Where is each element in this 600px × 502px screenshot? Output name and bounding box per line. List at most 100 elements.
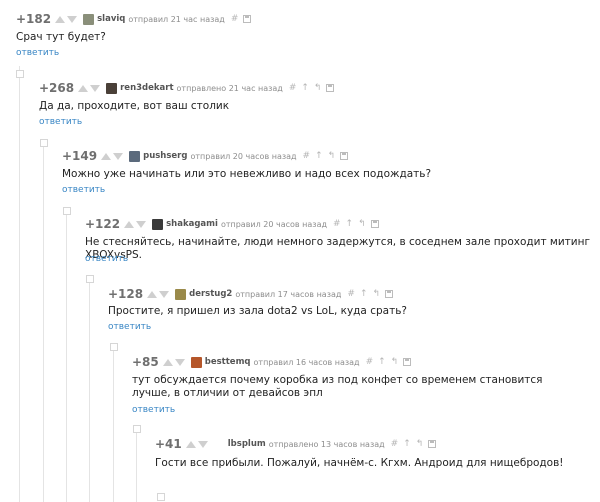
thread-root-icon[interactable]: ↰ — [314, 83, 322, 93]
hash-icon[interactable]: # — [347, 289, 355, 299]
comment-rating: +182 — [16, 12, 52, 26]
upvote-icon[interactable] — [162, 358, 173, 366]
upvote-icon[interactable] — [78, 84, 89, 92]
save-icon[interactable] — [385, 290, 394, 298]
save-icon[interactable] — [428, 440, 437, 448]
comment-header: +41 lbsplum отправлено 13 часов назад # … — [155, 437, 437, 451]
downvote-icon[interactable] — [67, 15, 78, 23]
username-link[interactable]: ren3dekart — [120, 83, 173, 93]
collapse-toggle[interactable] — [40, 139, 48, 147]
timestamp[interactable]: отправлено 21 час назад — [177, 84, 283, 93]
timestamp[interactable]: отправил 21 час назад — [128, 15, 224, 24]
thread-line-5 — [113, 346, 114, 502]
hash-icon[interactable]: # — [303, 151, 311, 161]
avatar[interactable] — [152, 218, 164, 230]
downvote-icon[interactable] — [136, 220, 147, 228]
thread-root-icon[interactable]: ↰ — [328, 151, 336, 161]
thread-root-icon[interactable]: ↰ — [416, 439, 424, 449]
hash-icon[interactable]: # — [366, 357, 374, 367]
collapse-toggle[interactable] — [63, 207, 71, 215]
comment-rating: +122 — [85, 217, 121, 231]
comment-rating: +85 — [132, 355, 159, 369]
downvote-icon[interactable] — [90, 84, 101, 92]
collapse-toggle[interactable] — [157, 493, 165, 501]
username-link[interactable]: lbsplum — [228, 439, 266, 449]
upvote-icon[interactable] — [147, 290, 158, 298]
reply-link[interactable]: ответить — [85, 254, 128, 264]
parent-icon[interactable]: ↑ — [360, 289, 368, 299]
username-link[interactable]: shakagami — [166, 219, 218, 229]
parent-icon[interactable]: ↑ — [346, 219, 354, 229]
hash-icon[interactable]: # — [289, 83, 297, 93]
save-icon[interactable] — [403, 358, 412, 366]
parent-icon[interactable]: ↑ — [403, 439, 411, 449]
upvote-icon[interactable] — [55, 15, 66, 23]
downvote-icon[interactable] — [174, 358, 185, 366]
save-icon[interactable] — [326, 84, 335, 92]
comment-text: Не стесняйтесь, начинайте, люди немного … — [85, 236, 590, 261]
thread-root-icon[interactable]: ↰ — [358, 219, 366, 229]
upvote-icon[interactable] — [101, 152, 112, 160]
downvote-icon[interactable] — [197, 440, 208, 448]
timestamp[interactable]: отправил 16 часов назад — [254, 358, 360, 367]
collapse-toggle[interactable] — [110, 343, 118, 351]
thread-line-3 — [66, 210, 67, 502]
comment-text: Можно уже начинать или это невежливо и н… — [62, 168, 432, 180]
comment-header: +122 shakagami отправил 20 часов назад #… — [85, 217, 379, 231]
reply-link[interactable]: ответить — [39, 117, 82, 127]
upvote-icon[interactable] — [124, 220, 135, 228]
avatar[interactable] — [190, 356, 202, 368]
comment-rating: +268 — [39, 81, 75, 95]
thread-line-4 — [89, 278, 90, 502]
comment-header: +128 derstug2 отправил 17 часов назад # … — [108, 287, 394, 301]
reply-link[interactable]: ответить — [132, 405, 175, 415]
timestamp[interactable]: отправил 20 часов назад — [221, 220, 327, 229]
parent-icon[interactable]: ↑ — [315, 151, 323, 161]
timestamp[interactable]: отправил 20 часов назад — [190, 152, 296, 161]
comment-header: +182 slaviq отправил 21 час назад # — [16, 12, 252, 26]
username-link[interactable]: derstug2 — [189, 289, 232, 299]
upvote-icon[interactable] — [185, 440, 196, 448]
avatar[interactable] — [129, 150, 141, 162]
save-icon[interactable] — [370, 220, 379, 228]
thread-root-icon[interactable]: ↰ — [372, 289, 380, 299]
avatar[interactable] — [106, 82, 118, 94]
hash-icon[interactable]: # — [391, 439, 399, 449]
collapse-toggle[interactable] — [16, 70, 24, 78]
thread-line-2 — [43, 142, 44, 502]
thread-line-1 — [19, 66, 20, 502]
downvote-icon[interactable] — [113, 152, 124, 160]
username-link[interactable]: pushserg — [143, 151, 187, 161]
save-icon[interactable] — [243, 15, 252, 23]
comment-text: Простите, я пришел из зала dota2 vs LoL,… — [108, 305, 407, 317]
timestamp[interactable]: отправил 17 часов назад — [235, 290, 341, 299]
comment-header: +149 pushserg отправил 20 часов назад # … — [62, 149, 349, 163]
reply-link[interactable]: ответить — [16, 48, 59, 58]
thread-root-icon[interactable]: ↰ — [391, 357, 399, 367]
username-link[interactable]: besttemq — [205, 357, 251, 367]
parent-icon[interactable]: ↑ — [378, 357, 386, 367]
comment-rating: +149 — [62, 149, 98, 163]
avatar[interactable] — [175, 288, 187, 300]
reply-link[interactable]: ответить — [108, 322, 151, 332]
thread-line-6 — [136, 428, 137, 502]
reply-link[interactable]: ответить — [62, 185, 105, 195]
username-link[interactable]: slaviq — [97, 14, 125, 24]
comment-text: Срач тут будет? — [16, 31, 106, 43]
parent-icon[interactable]: ↑ — [301, 83, 309, 93]
comment-text: Гости все прибыли. Пожалуй, начнём-с. Кг… — [155, 457, 564, 469]
comment-header: +85 besttemq отправил 16 часов назад # ↑… — [132, 355, 412, 369]
collapse-toggle[interactable] — [86, 275, 94, 283]
avatar[interactable] — [83, 13, 95, 25]
save-icon[interactable] — [340, 152, 349, 160]
comment-text: Да да, проходите, вот ваш столик — [39, 100, 230, 112]
avatar[interactable] — [213, 438, 225, 450]
hash-icon[interactable]: # — [333, 219, 341, 229]
comment-rating: +128 — [108, 287, 144, 301]
downvote-icon[interactable] — [159, 290, 170, 298]
collapse-toggle[interactable] — [133, 425, 141, 433]
comment-rating: +41 — [155, 437, 182, 451]
hash-icon[interactable]: # — [231, 14, 239, 24]
comment-text: тут обсуждается почему коробка из под ко… — [132, 374, 543, 399]
timestamp[interactable]: отправлено 13 часов назад — [269, 440, 385, 449]
